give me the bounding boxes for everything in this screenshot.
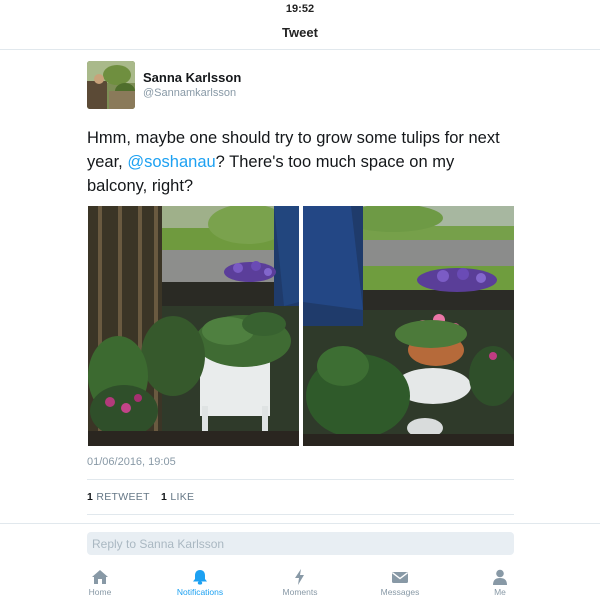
tab-home[interactable]: Home (50, 567, 150, 600)
tab-label: Moments (282, 587, 318, 597)
like-stat[interactable]: 1 LIKE (161, 491, 194, 503)
tweet-author[interactable]: Sanna Karlsson @Sannamkarlsson (87, 61, 517, 111)
tab-me[interactable]: Me (450, 567, 550, 600)
tab-label: Notifications (176, 587, 224, 597)
mention-link[interactable]: @soshanau (127, 153, 215, 171)
tab-label: Me (494, 587, 506, 597)
status-time: 19:52 (285, 3, 315, 15)
tweet-text: Hmm, maybe one should try to grow some t… (87, 126, 517, 198)
tweet-photo-right[interactable] (303, 206, 514, 446)
avatar-photo (87, 61, 135, 109)
retweet-count: 1 (87, 491, 94, 503)
balcony-photo-left (88, 206, 299, 446)
tweet-stats: 1 RETWEET 1 LIKE (87, 491, 202, 503)
navigation-bar: Tweet (0, 18, 600, 50)
divider (87, 479, 514, 480)
tab-bar: Home Notifications Moments Messages Me (0, 567, 600, 600)
like-count: 1 (161, 491, 168, 503)
divider (87, 514, 514, 515)
home-icon (92, 570, 108, 584)
author-handle[interactable]: @Sannamkarlsson (143, 87, 236, 99)
tab-notifications[interactable]: Notifications (150, 567, 250, 600)
tab-moments[interactable]: Moments (250, 567, 350, 600)
balcony-photo-right (303, 206, 514, 446)
tab-messages[interactable]: Messages (350, 567, 450, 600)
retweet-stat[interactable]: 1 RETWEET (87, 491, 150, 503)
tweet-photos (88, 206, 514, 446)
tab-label: Home (88, 587, 112, 597)
tab-label: Messages (380, 587, 420, 597)
lightning-icon (295, 569, 304, 585)
author-name[interactable]: Sanna Karlsson (143, 70, 241, 85)
retweet-label: RETWEET (96, 491, 150, 503)
reply-input[interactable] (87, 532, 514, 555)
tweet-photo-left[interactable] (88, 206, 299, 446)
envelope-icon (392, 572, 408, 583)
tweet-timestamp: 01/06/2016, 19:05 (87, 456, 176, 468)
status-bar: 19:52 (0, 0, 600, 18)
like-label: LIKE (170, 491, 195, 503)
person-icon (493, 569, 507, 585)
avatar[interactable] (87, 61, 135, 109)
page-title: Tweet (282, 25, 318, 40)
bell-icon (193, 570, 207, 585)
